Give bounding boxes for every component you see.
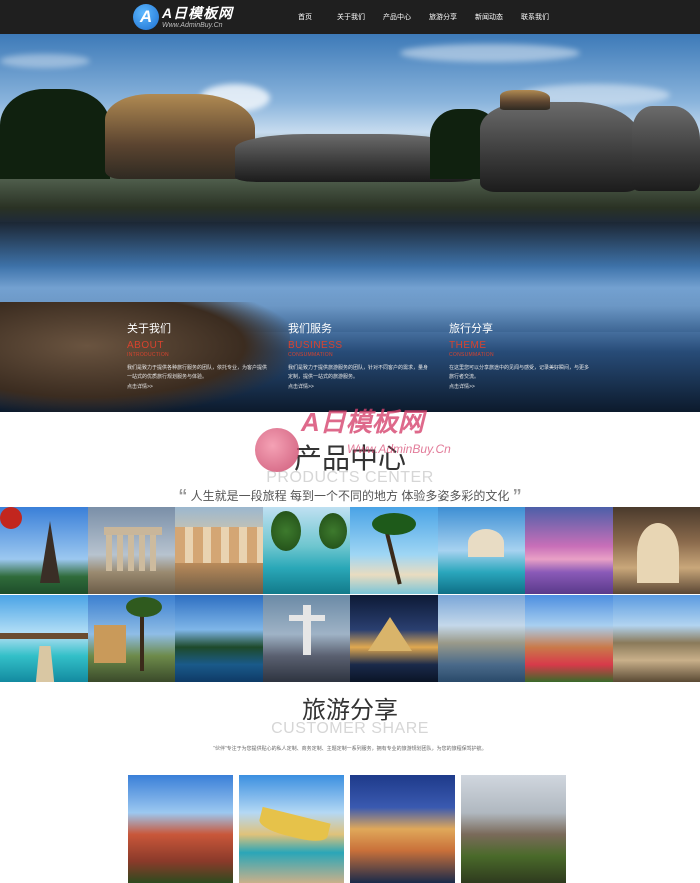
gallery-photo-palm-beach[interactable] [350, 507, 438, 594]
rock-formation [105, 94, 255, 179]
nav-item-travel-share[interactable]: 旅游分享 [420, 12, 466, 22]
cloud-shape [400, 44, 580, 62]
quote-text: 人生就是一段旅程 每到一个不同的地方 体验多姿多彩的文化 [190, 489, 510, 503]
hero-column-en: ABOUT [127, 340, 164, 351]
share-card-photo[interactable] [239, 775, 344, 883]
hero-column-en-sub: INTRODUCTION [127, 352, 169, 358]
share-card-photo[interactable] [350, 775, 455, 883]
nav-item-products[interactable]: 产品中心 [374, 12, 420, 22]
top-navbar: A A日模板网 Www.AdminBuy.Cn 首页 关于我们 产品中心 旅游分… [0, 0, 700, 34]
gallery-photo-mountain-lake[interactable] [175, 595, 263, 682]
gallery-photo-flower-town[interactable] [525, 595, 613, 682]
close-quote-icon: ” [512, 486, 522, 506]
share-card-photo[interactable] [461, 775, 566, 883]
gallery-photo-island-house[interactable] [87, 595, 175, 682]
hero-column-en: THEME [449, 340, 487, 351]
gallery-photo-lavender-field[interactable] [525, 507, 613, 594]
main-menu: 首页 关于我们 产品中心 旅游分享 新闻动态 联系我们 [282, 0, 558, 34]
products-quote: “ 人生就是一段旅程 每到一个不同的地方 体验多姿多彩的文化 ” [0, 486, 700, 507]
hero-column-title: 关于我们 [127, 323, 171, 335]
gallery-photo-tropical-pool[interactable] [262, 507, 350, 594]
hero-column-body: 在这里您可以分享旅途中的见闻与感受，记录美好瞬间，与更多旅行者交流。 [449, 365, 590, 380]
share-cards [128, 775, 568, 883]
hero-column-en-sub: CONSUMMATION [288, 352, 333, 358]
logo-title: A日模板网 [162, 4, 234, 21]
logo-subtitle: Www.AdminBuy.Cn [162, 21, 223, 29]
share-card-photo[interactable] [128, 775, 233, 883]
gallery-photo-venice-canal[interactable] [175, 507, 263, 594]
hero-column-title: 旅行分享 [449, 323, 493, 335]
hero-column-theme: 旅行分享 THEME CONSUMMATION 在这里您可以分享旅途中的见闻与感… [449, 320, 589, 390]
gallery-photo-venice-domes[interactable] [437, 507, 525, 594]
share-section-subtitle: CUSTOMER SHARE [271, 720, 429, 737]
gallery-photo-stone-arch[interactable] [612, 507, 700, 594]
hero-column-business: 我们服务 BUSINESS CONSUMMATION 我们是致力于提供旅游服务的… [288, 320, 428, 390]
gallery-photo-christ-statue[interactable] [262, 595, 350, 682]
open-quote-icon: “ [178, 486, 188, 506]
hero-column-body: 我们是致力于提供旅游服务的团队，针对不同客户的需求，量身定制，提供一站式的旅游服… [288, 365, 429, 380]
hero-column-title: 我们服务 [288, 323, 332, 335]
rock-formation [632, 106, 700, 191]
read-more-link[interactable]: 点击详情>> [288, 383, 428, 390]
nav-item-contact[interactable]: 联系我们 [512, 12, 558, 22]
hero-column-about: 关于我们 ABOUT INTRODUCTION 我们是致力于提供各种旅行服务的团… [127, 320, 267, 390]
watermark-logo-icon [255, 428, 299, 472]
site-watermark: A日模板网 Www.AdminBuy.Cn [255, 402, 455, 472]
nav-item-home[interactable]: 首页 [282, 12, 328, 22]
hero-column-en-sub: CONSUMMATION [449, 352, 494, 358]
gallery-photo-louvre-night[interactable] [350, 595, 438, 682]
watermark-title: A日模板网 [301, 407, 424, 437]
gallery-photo-temple[interactable] [87, 507, 175, 594]
site-logo[interactable]: A A日模板网 Www.AdminBuy.Cn [133, 3, 238, 31]
watermark-subtitle: Www.AdminBuy.Cn [347, 442, 451, 456]
forest-shape [0, 89, 110, 179]
gallery-photo-hill-town[interactable] [612, 595, 700, 682]
read-more-link[interactable]: 点击详情>> [449, 383, 589, 390]
read-more-link[interactable]: 点击详情>> [127, 383, 267, 390]
share-section-description: “伙伴”专注于为您提供贴心的私人定制、商务定制、主题定制一系列服务，拥有专业的旅… [213, 746, 487, 752]
nav-item-news[interactable]: 新闻动态 [466, 12, 512, 22]
hero-column-en: BUSINESS [288, 340, 343, 351]
product-gallery [0, 507, 700, 682]
hero-banner: 关于我们 ABOUT INTRODUCTION 我们是致力于提供各种旅行服务的团… [0, 34, 700, 412]
gallery-photo-alpine-village[interactable] [437, 595, 525, 682]
rock-formation [500, 90, 550, 110]
cloud-shape [0, 54, 90, 68]
gallery-photo-eiffel[interactable] [0, 507, 88, 594]
nav-item-about[interactable]: 关于我们 [328, 12, 374, 22]
hero-column-body: 我们是致力于提供各种旅行服务的团队，依托专业，为客户提供一站式的优质旅行规划服务… [127, 365, 268, 380]
gallery-photo-overwater-villa[interactable] [0, 595, 88, 682]
logo-icon: A [133, 4, 159, 30]
rock-formation [480, 102, 640, 192]
